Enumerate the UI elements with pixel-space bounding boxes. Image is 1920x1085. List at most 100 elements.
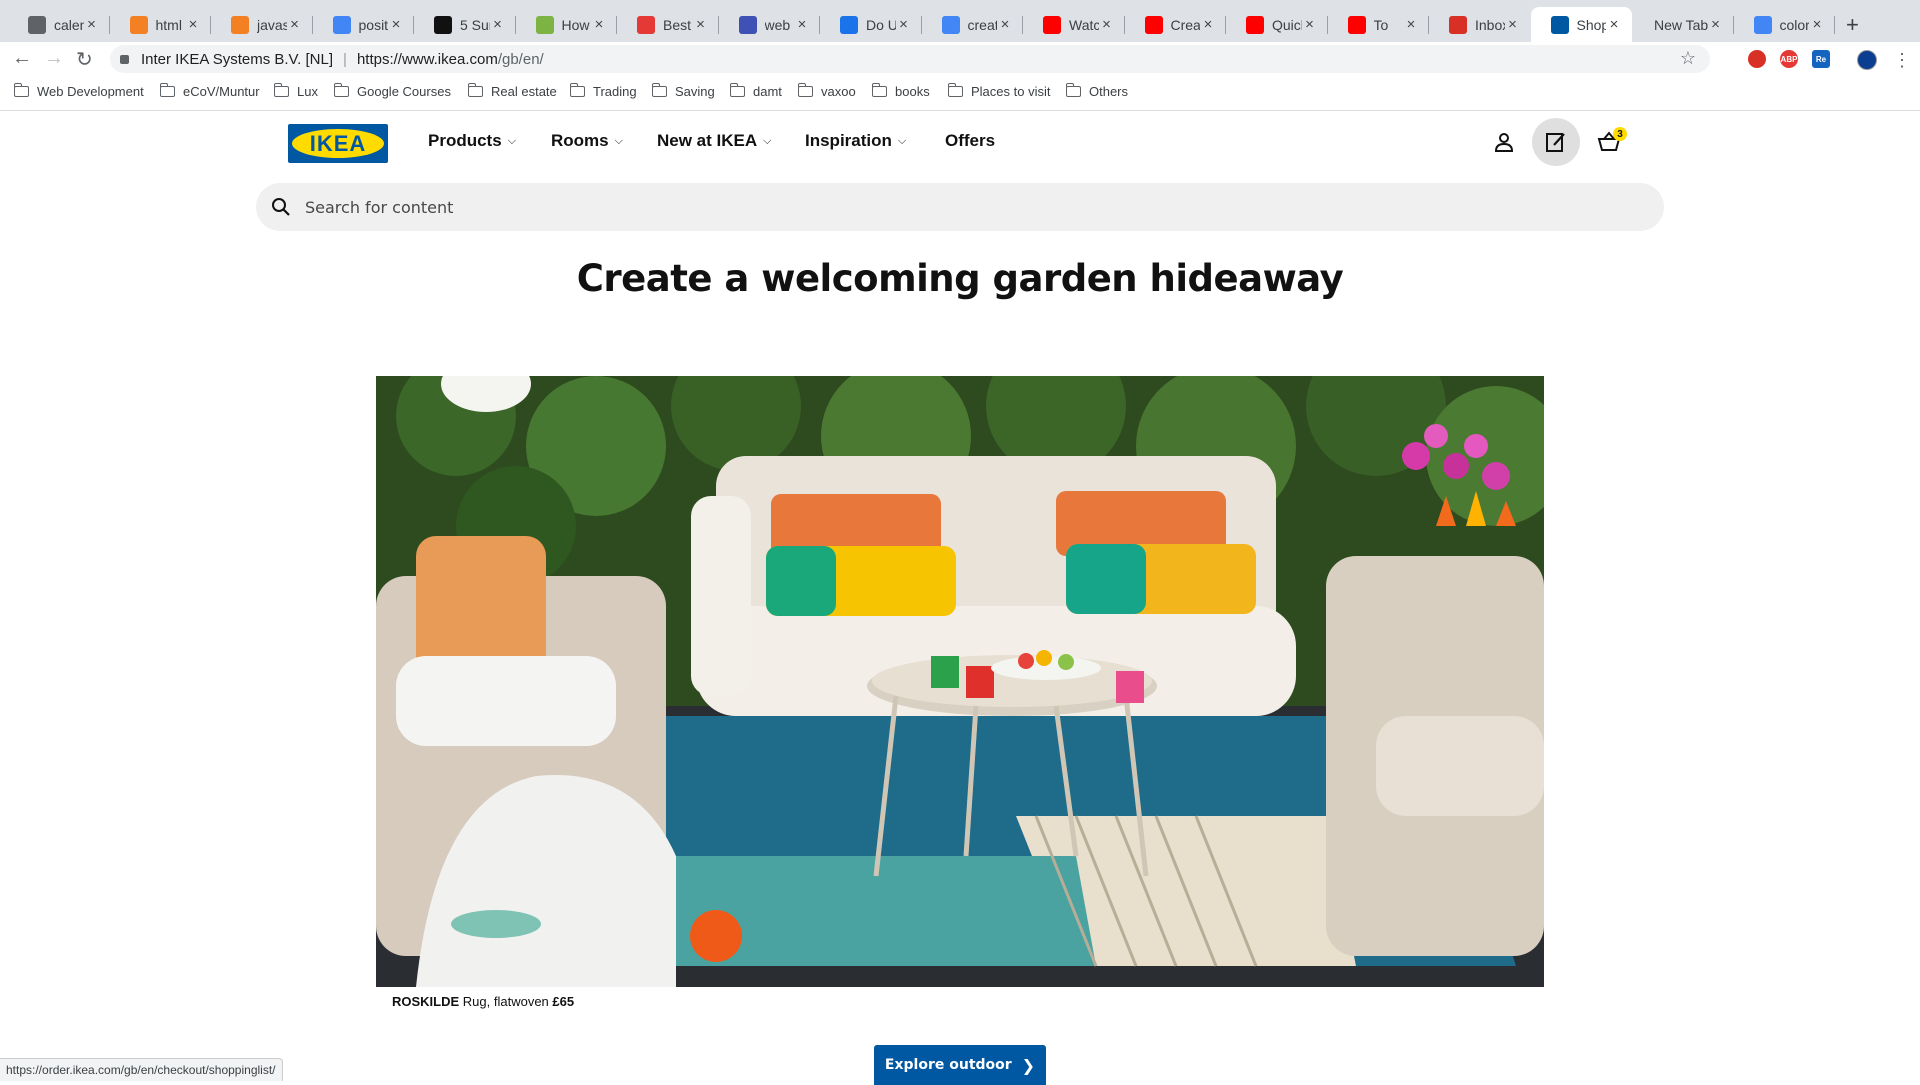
close-tab-icon[interactable]: × [490, 16, 506, 33]
bookmark-folder[interactable]: vaxoo [797, 83, 856, 99]
browser-tab[interactable]: 5 Sure× [414, 7, 516, 42]
close-tab-icon[interactable]: × [591, 16, 607, 33]
bookmark-folder[interactable]: Web Development [13, 83, 144, 99]
bookmark-star-icon[interactable]: ☆ [1680, 48, 1696, 69]
browser-toolbar: ← → ↻ Inter IKEA Systems B.V. [NL] | htt… [0, 42, 1920, 76]
forward-arrow-icon[interactable]: → [44, 47, 64, 70]
search-icon [272, 198, 290, 216]
close-tab-icon[interactable]: × [185, 16, 201, 33]
nav-rooms[interactable]: Rooms ⌵ [551, 131, 623, 151]
folder-icon [1065, 83, 1081, 97]
page-title: Create a welcoming garden hideaway [576, 257, 1344, 300]
browser-tab[interactable]: html -× [110, 7, 211, 42]
nav-label: Products [428, 131, 502, 150]
browser-tab[interactable]: Shop f× [1530, 7, 1632, 42]
product-name: ROSKILDE [392, 994, 460, 1009]
bookmark-folder[interactable]: books [871, 83, 930, 99]
close-tab-icon[interactable]: × [1403, 16, 1419, 33]
youtube-icon [1144, 15, 1163, 34]
bookmark-folder[interactable]: Places to visit [947, 83, 1051, 99]
youtube-icon [1347, 15, 1366, 34]
folder-icon [871, 83, 887, 97]
close-tab-icon[interactable]: × [1505, 16, 1521, 33]
close-tab-icon[interactable]: × [1606, 16, 1622, 33]
close-tab-icon[interactable]: × [1809, 16, 1825, 33]
back-arrow-icon[interactable]: ← [12, 47, 32, 70]
close-tab-icon[interactable]: × [287, 16, 303, 33]
browser-menu-icon[interactable]: ⋮ [1893, 50, 1911, 71]
browser-tab[interactable]: calend× [8, 7, 110, 42]
nav-products[interactable]: Products ⌵ [428, 131, 516, 151]
new-tab-button[interactable]: + [1846, 12, 1859, 38]
browser-tab[interactable]: javasc× [211, 7, 313, 42]
bookmark-folder[interactable]: Saving [651, 83, 715, 99]
stackoverflow-icon [129, 15, 148, 34]
nav-offers[interactable]: Offers [945, 131, 995, 151]
address-divider: | [343, 50, 347, 68]
browser-tab[interactable]: positio× [313, 7, 414, 42]
address-bar[interactable]: Inter IKEA Systems B.V. [NL] | https://w… [110, 45, 1710, 73]
browser-tab[interactable]: Best P× [617, 7, 719, 42]
globe-icon [28, 15, 46, 34]
bookmark-folder[interactable]: Google Courses [333, 83, 451, 99]
close-tab-icon[interactable]: × [896, 16, 912, 33]
search-input[interactable] [303, 196, 1507, 218]
close-tab-icon[interactable]: × [1099, 16, 1115, 33]
search-bar[interactable] [256, 183, 1664, 231]
folder-icon [729, 83, 745, 97]
close-tab-icon[interactable]: × [1200, 16, 1216, 33]
browser-tab[interactable]: Quickl× [1226, 7, 1328, 42]
explore-outdoor-button[interactable]: Explore outdoor ❯ [874, 1045, 1046, 1085]
close-tab-icon[interactable]: × [693, 16, 709, 33]
nav-new-at-ikea[interactable]: New at IKEA ⌵ [657, 131, 771, 151]
browser-tab[interactable]: color p× [1734, 7, 1835, 42]
browser-tab[interactable]: create× [922, 7, 1023, 42]
browser-tab[interactable]: To × [1328, 7, 1429, 42]
nav-inspiration[interactable]: Inspiration ⌵ [805, 131, 906, 151]
extension-red-icon[interactable] [1748, 50, 1766, 68]
browser-tab[interactable]: Create× [1125, 7, 1226, 42]
close-tab-icon[interactable]: × [794, 16, 810, 33]
extension-re-icon[interactable]: Re [1812, 50, 1830, 68]
bookmark-folder[interactable]: Real estate [467, 83, 557, 99]
ikea-icon [1550, 15, 1569, 34]
browser-tab[interactable]: New Tab × [1632, 7, 1734, 42]
browser-tab[interactable]: How to× [516, 7, 617, 42]
user-icon[interactable] [1493, 131, 1515, 153]
close-tab-icon[interactable]: × [997, 16, 1013, 33]
bookmark-label: Places to visit [971, 84, 1051, 99]
close-tab-icon[interactable]: × [84, 16, 100, 33]
browser-tab[interactable]: Inbox× [1429, 7, 1531, 42]
tab-title: create [967, 16, 998, 33]
browser-tab[interactable]: Watch× [1023, 7, 1125, 42]
product-description: Rug, flatwoven [462, 994, 549, 1009]
address-host: https://www.ikea.com [356, 50, 498, 68]
bookmark-label: Web Development [37, 84, 144, 99]
close-tab-icon[interactable]: × [388, 16, 404, 33]
chevron-down-icon: ⌵ [614, 134, 623, 147]
bookmark-label: Lux [297, 84, 318, 99]
bookmark-folder[interactable]: Lux [273, 83, 318, 99]
tab-title: How to [561, 16, 592, 33]
bookmark-folder[interactable]: Trading [569, 83, 637, 99]
shopping-list-button[interactable] [1532, 118, 1580, 166]
youtube-icon [1246, 15, 1264, 34]
tab-title: 5 Sure [460, 16, 490, 33]
browser-tab[interactable]: Do Us× [820, 7, 922, 42]
ux-icon [637, 15, 655, 34]
close-tab-icon[interactable]: × [1708, 16, 1724, 33]
adblock-icon[interactable]: ABP [1780, 50, 1798, 68]
bookmark-folder[interactable]: eCoV/Muntur [159, 83, 260, 99]
garden-hero-image[interactable] [376, 376, 1544, 987]
bookmark-folder[interactable]: Others [1065, 83, 1128, 99]
ikea-logo[interactable]: IKEA [288, 124, 388, 163]
stackoverflow-icon [231, 15, 249, 34]
chevron-right-icon: ❯ [1021, 1055, 1036, 1075]
profile-avatar[interactable] [1857, 50, 1877, 70]
bookmark-folder[interactable]: damt [729, 83, 782, 99]
browser-tab[interactable]: web -× [719, 7, 820, 42]
close-tab-icon[interactable]: × [1302, 16, 1318, 33]
folder-icon [651, 83, 667, 97]
tab-title: Do Us [866, 16, 896, 33]
reload-icon[interactable]: ↻ [76, 47, 93, 72]
